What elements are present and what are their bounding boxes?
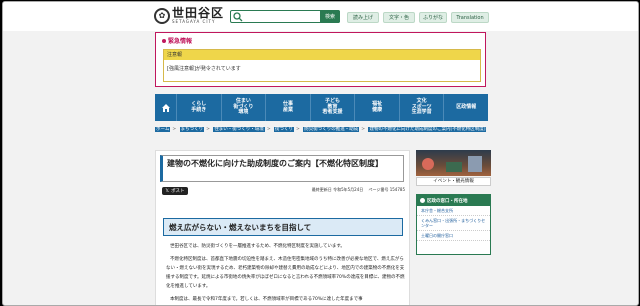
breadcrumb-current: 建物の不燃化に向けた助成制度のご案内[不燃化特区制度] — [368, 127, 487, 132]
search-icon — [233, 11, 243, 21]
logo-subtitle: SETAGAYA CITY — [172, 19, 216, 24]
section-heading: 燃え広がらない・燃えないまちを目指して — [163, 218, 403, 236]
paragraph: 世田谷区では、防災街づくりを一層推進するため、不燃化特区制度を実施しています。 — [170, 244, 345, 249]
nav-work[interactable]: 仕事 産業 — [266, 94, 311, 121]
text-color-button[interactable]: 文字・色 — [383, 12, 415, 23]
translation-button[interactable]: Translation — [451, 12, 489, 23]
event-banner-image[interactable] — [416, 150, 491, 176]
office-panel: 区政の窓口・所在地 本庁舎・総合支所 くみん窓口・出張所・まちづくりセンター 土… — [416, 194, 491, 255]
office-link[interactable]: くみん窓口・出張所・まちづくりセンター — [417, 216, 490, 231]
paragraph: 不燃化特区制度は、首都直下地震の切迫性を踏まえ、木造住宅密集地域のうち特に改善が… — [166, 257, 405, 289]
breadcrumb-item[interactable]: 住まい・街づくり・環境 — [213, 127, 265, 132]
location-icon — [420, 198, 425, 203]
site-header: ✿ 世田谷区 SETAGAYA CITY 検索 読み上げ 文字・色 ふりがな T… — [3, 2, 638, 31]
global-nav: くらし 手続き 住まい 街づくり 環境 仕事 産業 子ども 教育 若者支援 福祉… — [155, 94, 488, 121]
browser-viewport: ✿ 世田谷区 SETAGAYA CITY 検索 読み上げ 文字・色 ふりがな T… — [2, 1, 639, 306]
x-icon: 𝕏 — [165, 188, 170, 194]
logo-name: 世田谷区 — [172, 6, 225, 20]
updated-date: 最終更新日 令和5年5月24日 — [311, 187, 364, 192]
emergency-info: 緊急情報 注意報 [強風注意報]が発令されています — [155, 32, 486, 87]
page-title: 建物の不燃化に向けた助成制度のご案内【不燃化特区制度】 — [160, 155, 404, 182]
warning-heading: 注意報 — [164, 50, 480, 60]
city-emblem-icon: ✿ — [154, 7, 170, 24]
event-banner-label[interactable]: イベント・観光情報 — [416, 177, 491, 186]
warning-text[interactable]: [強風注意報]が発令されています — [164, 60, 480, 77]
page-meta: 最終更新日 令和5年5月24日 ページ番号 154785 — [312, 187, 405, 193]
nav-living[interactable]: くらし 手続き — [177, 94, 222, 121]
emergency-title: 緊急情報 — [168, 38, 193, 45]
nav-culture[interactable]: 文化 スポーツ 生涯学習 — [400, 94, 445, 121]
alert-icon — [162, 38, 166, 43]
search-box[interactable]: 検索 — [230, 10, 340, 23]
furigana-button[interactable]: ふりがな — [419, 12, 447, 23]
x-post-label: ポスト — [171, 189, 185, 194]
office-panel-title: 区政の窓口・所在地 — [427, 198, 468, 204]
warning-box: 注意報 [強風注意報]が発令されています — [163, 49, 481, 82]
home-icon — [161, 103, 170, 112]
read-aloud-button[interactable]: 読み上げ — [347, 12, 379, 23]
breadcrumb-item[interactable]: まちづくり — [179, 127, 205, 132]
page-number: ページ番号 154785 — [368, 187, 405, 192]
nav-welfare[interactable]: 福祉 健康 — [355, 94, 400, 121]
search-button[interactable]: 検索 — [320, 10, 340, 23]
nav-government[interactable]: 区政情報 — [444, 94, 488, 121]
breadcrumb-item[interactable]: 防災街づくりの推進・助成 — [303, 127, 360, 132]
paragraph: 本制度は、最長で令和7年度まで。若しくは、不燃領域率が目標である70%に達した年… — [170, 297, 363, 302]
nav-housing[interactable]: 住まい 街づくり 環境 — [222, 94, 267, 121]
nav-children[interactable]: 子ども 教育 若者支援 — [311, 94, 356, 121]
main-content: 建物の不燃化に向けた助成制度のご案内【不燃化特区制度】 𝕏 ポスト 最終更新日 … — [155, 150, 410, 305]
office-link[interactable]: 本庁舎・総合支所 — [417, 206, 490, 216]
breadcrumb: ホーム > まちづくり > 住まい・街づくり・環境 > 街づくり > 防災街づくりの推進… — [155, 127, 487, 132]
breadcrumb-item[interactable]: 街づくり — [274, 127, 295, 132]
breadcrumb-item[interactable]: ホーム — [155, 127, 171, 132]
office-link[interactable]: 土曜日の開庁窓口 — [417, 231, 490, 241]
x-post-button[interactable]: 𝕏 ポスト — [162, 187, 188, 195]
site-logo[interactable]: ✿ 世田谷区 SETAGAYA CITY — [154, 7, 224, 24]
nav-home[interactable] — [155, 94, 177, 121]
